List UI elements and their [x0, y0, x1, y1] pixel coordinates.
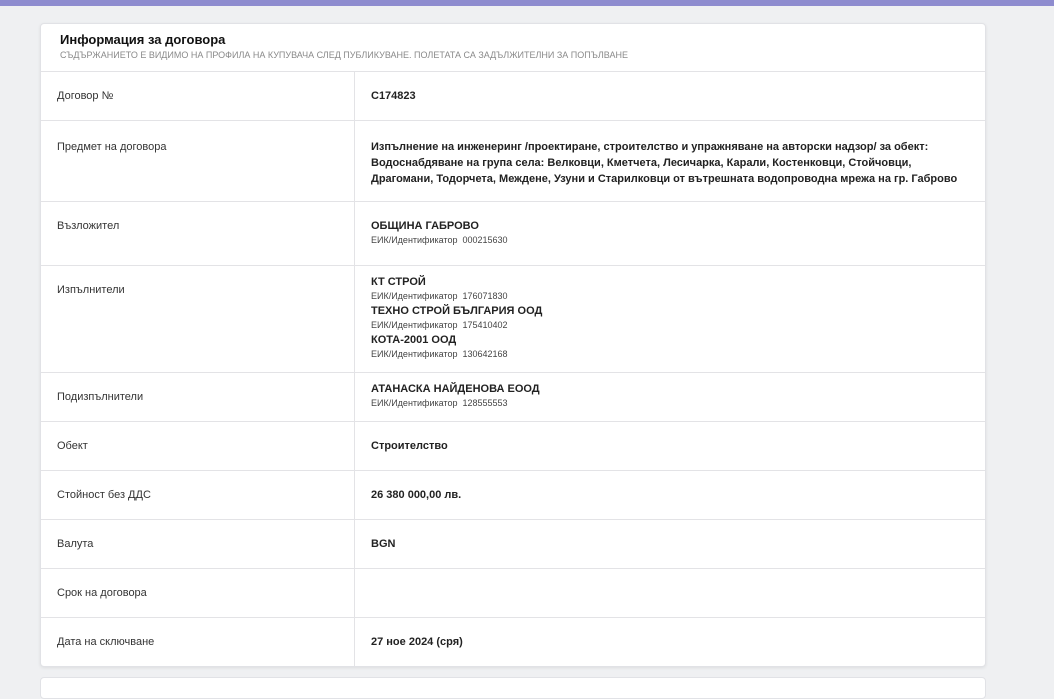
company-eik: ЕИК/Идентификатор 176071830 — [371, 289, 969, 303]
company-name: ОБЩИНА ГАБРОВО — [371, 220, 479, 232]
field-label: Дата на сключване — [41, 618, 355, 666]
company-name: ТЕХНО СТРОЙ БЪЛГАРИЯ ООД — [371, 305, 543, 317]
row-contract-number: Договор № C174823 — [41, 72, 985, 121]
row-subcontractors: Подизпълнители АТАНАСКА НАЙДЕНОВА ЕООД Е… — [41, 373, 985, 422]
company-name: КТ СТРОЙ — [371, 276, 426, 288]
eik-number: 128555553 — [462, 398, 508, 408]
row-term: Срок на договора — [41, 569, 985, 618]
conclusion-date-value: 27 ное 2024 (сря) — [371, 636, 463, 648]
row-value-excl-vat: Стойност без ДДС 26 380 000,00 лв. — [41, 471, 985, 520]
row-object: Обект Строителство — [41, 422, 985, 471]
top-bar — [0, 0, 1054, 6]
row-contracting-authority: Възложител ОБЩИНА ГАБРОВО ЕИК/Идентифика… — [41, 202, 985, 266]
field-label: Изпълнители — [41, 266, 355, 372]
company-name: КОТА-2001 ООД — [371, 334, 457, 346]
company-eik: ЕИК/Идентификатор 175410402 — [371, 318, 969, 332]
field-label: Стойност без ДДС — [41, 471, 355, 519]
term-value — [355, 569, 985, 617]
contract-info-card: Информация за договора СЪДЪРЖАНИЕТО Е ВИ… — [40, 23, 986, 667]
eik-label: ЕИК/Идентификатор — [371, 320, 458, 330]
row-subject: Предмет на договора Изпълнение на инжене… — [41, 121, 985, 202]
field-label: Предмет на договора — [41, 121, 355, 201]
object-value: Строителство — [371, 440, 448, 452]
card-header: Информация за договора СЪДЪРЖАНИЕТО Е ВИ… — [41, 24, 985, 72]
value-excl-vat-value: 26 380 000,00 лв. — [371, 489, 462, 501]
field-label: Обект — [41, 422, 355, 470]
next-card — [40, 677, 986, 699]
field-label: Срок на договора — [41, 569, 355, 617]
row-conclusion-date: Дата на сключване 27 ное 2024 (сря) — [41, 618, 985, 666]
contracting-authority-value: ОБЩИНА ГАБРОВО ЕИК/Идентификатор 0002156… — [355, 202, 985, 265]
card-subtitle: СЪДЪРЖАНИЕТО Е ВИДИМО НА ПРОФИЛА НА КУПУ… — [60, 50, 628, 60]
company-eik: ЕИК/Идентификатор 000215630 — [371, 233, 969, 247]
field-label: Договор № — [41, 72, 355, 120]
subject-value: Изпълнение на инженеринг /проектиране, с… — [371, 141, 958, 185]
eik-label: ЕИК/Идентификатор — [371, 398, 458, 408]
eik-number: 176071830 — [462, 291, 508, 301]
currency-value: BGN — [371, 538, 396, 550]
company-name: АТАНАСКА НАЙДЕНОВА ЕООД — [371, 383, 540, 395]
field-label: Възложител — [41, 202, 355, 265]
field-label: Подизпълнители — [41, 373, 355, 421]
eik-number: 130642168 — [462, 349, 508, 359]
eik-label: ЕИК/Идентификатор — [371, 235, 458, 245]
eik-number: 000215630 — [462, 235, 508, 245]
row-contractors: Изпълнители КТ СТРОЙ ЕИК/Идентификатор 1… — [41, 266, 985, 373]
company-eik: ЕИК/Идентификатор 128555553 — [371, 396, 969, 410]
subcontractors-value: АТАНАСКА НАЙДЕНОВА ЕООД ЕИК/Идентификато… — [355, 373, 985, 421]
company-eik: ЕИК/Идентификатор 130642168 — [371, 347, 969, 361]
contractors-value: КТ СТРОЙ ЕИК/Идентификатор 176071830 ТЕХ… — [355, 266, 985, 372]
card-title: Информация за договора — [60, 32, 226, 47]
eik-label: ЕИК/Идентификатор — [371, 349, 458, 359]
eik-label: ЕИК/Идентификатор — [371, 291, 458, 301]
row-currency: Валута BGN — [41, 520, 985, 569]
field-label: Валута — [41, 520, 355, 568]
eik-number: 175410402 — [462, 320, 508, 330]
contract-number-value: C174823 — [371, 90, 416, 102]
